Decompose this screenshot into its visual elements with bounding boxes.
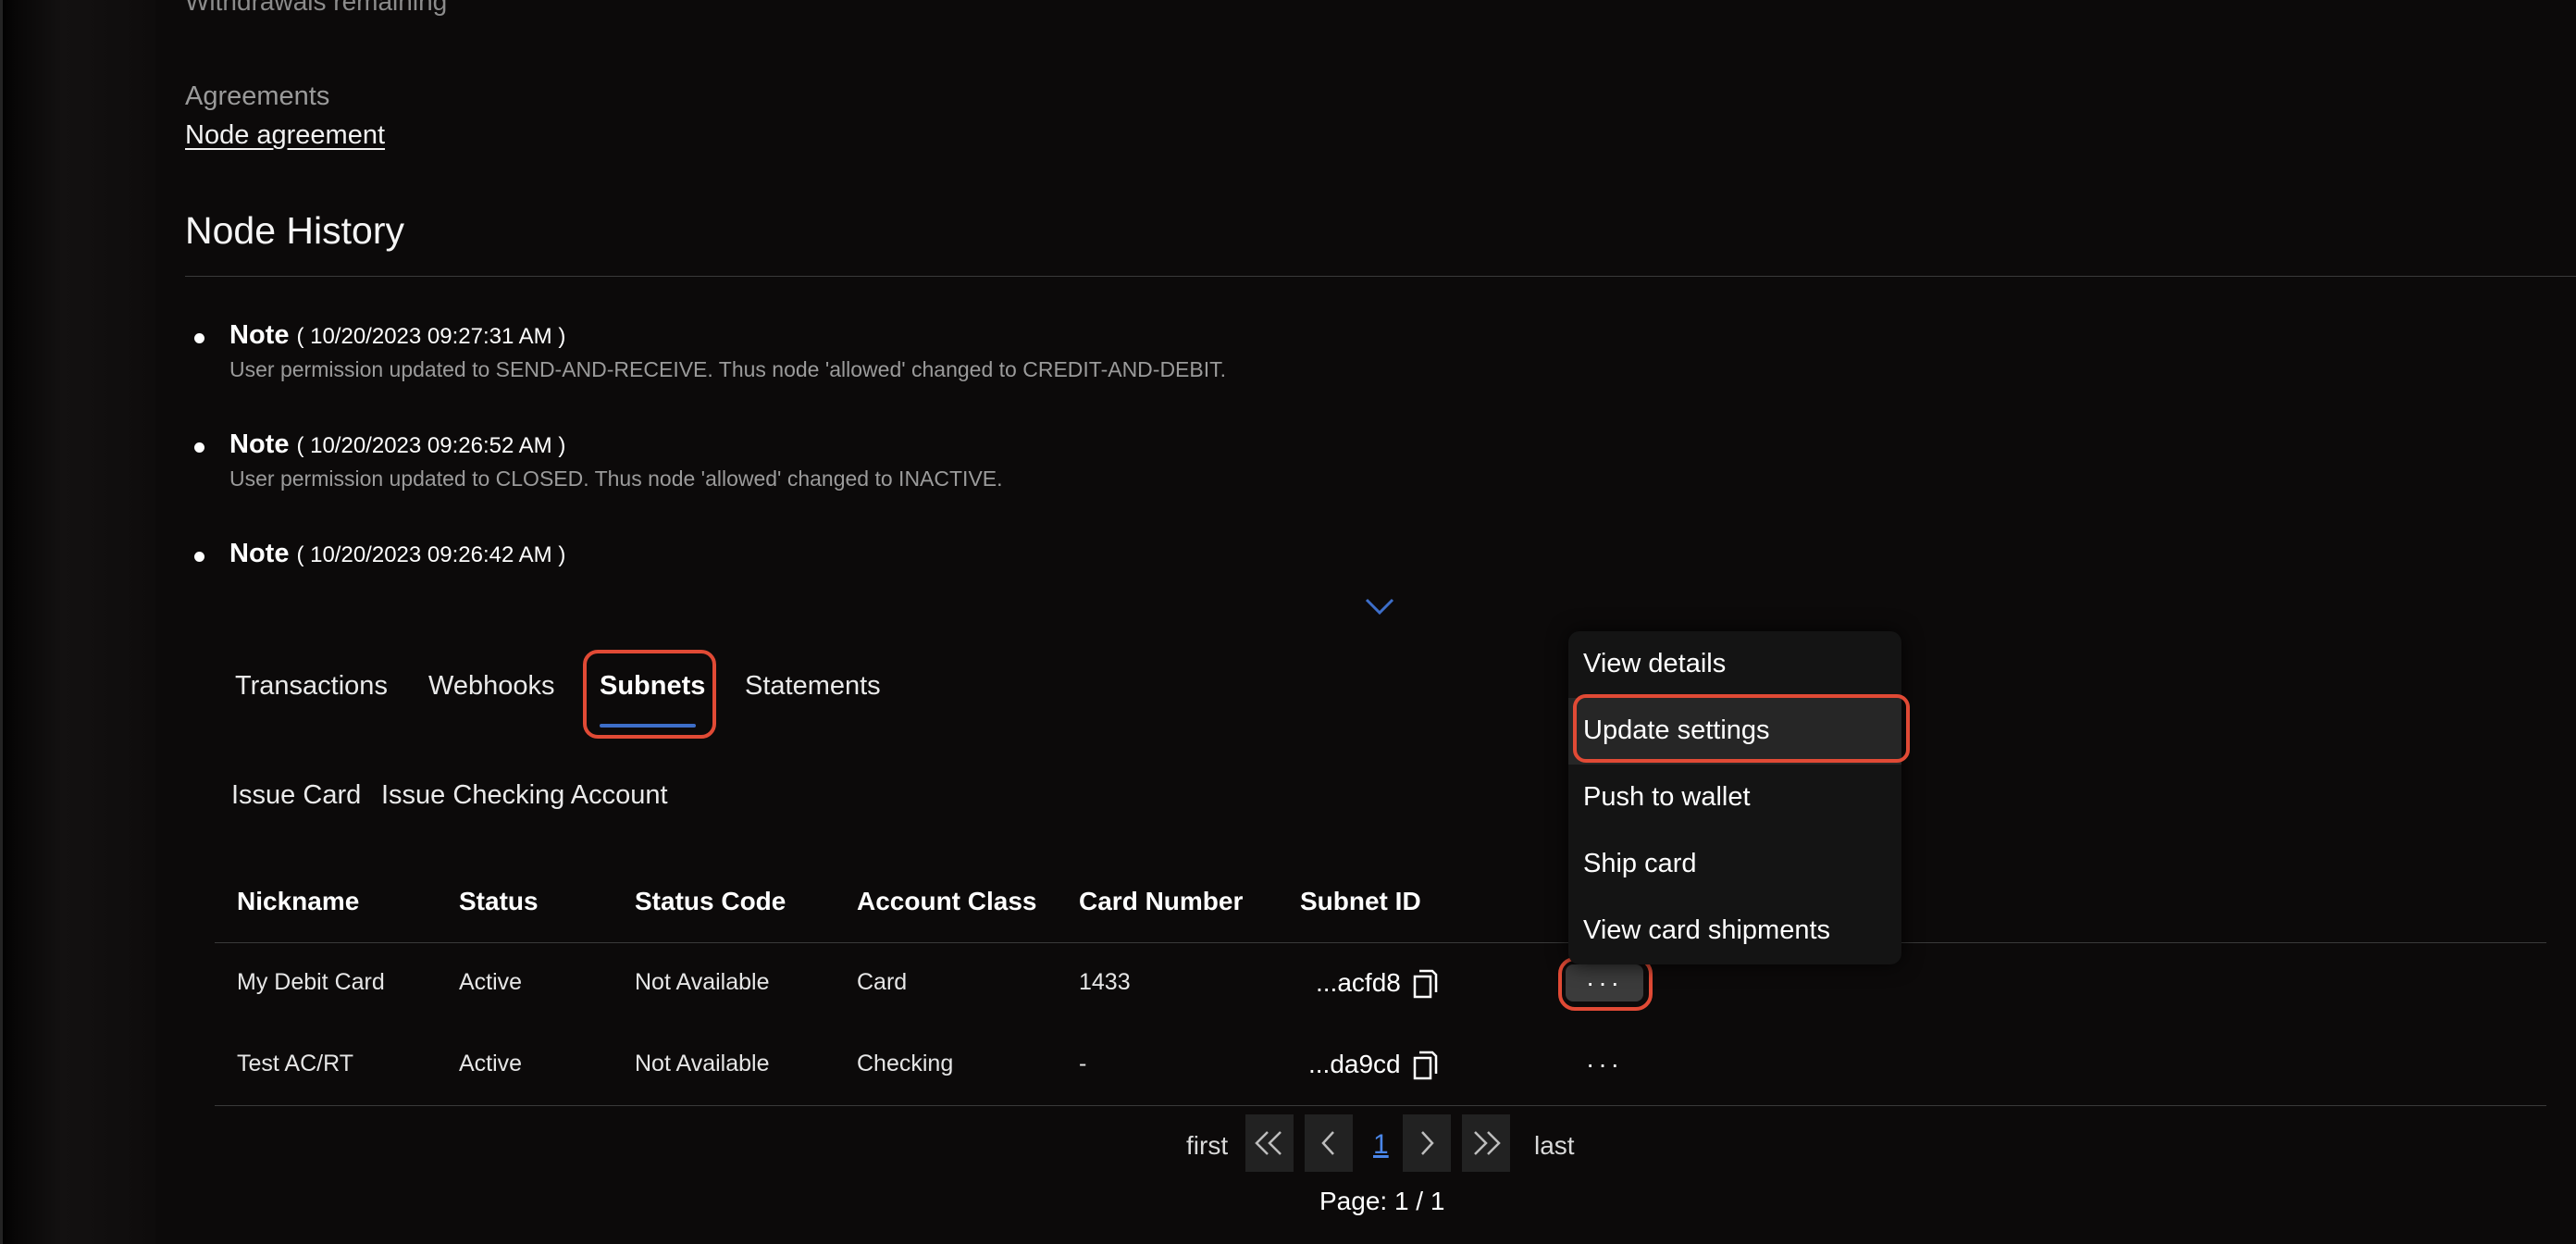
tab-transactions[interactable]: Transactions	[235, 671, 388, 702]
table-row: My Debit Card Active Not Available Card …	[215, 944, 1556, 1024]
bullet-icon	[194, 552, 204, 562]
chevron-left-icon[interactable]	[1305, 1114, 1353, 1172]
double-chevron-right-icon[interactable]	[1462, 1114, 1510, 1172]
tab-statements[interactable]: Statements	[745, 671, 881, 702]
menu-item-ship-card[interactable]: Ship card	[1583, 849, 1697, 879]
copy-icon[interactable]	[1410, 1050, 1438, 1081]
issue-checking-account-button[interactable]: Issue Checking Account	[381, 780, 668, 811]
note-text: User permission updated to SEND-AND-RECE…	[229, 357, 1227, 381]
left-sidebar-edge	[0, 0, 155, 1244]
column-header-card-number: Card Number	[1079, 887, 1244, 915]
note-timestamp: ( 10/20/2023 09:27:31 AM )	[296, 324, 566, 349]
more-button-highlight	[1558, 957, 1653, 1011]
more-horizontal-icon[interactable]: ···	[1566, 1046, 1643, 1083]
pagination-current-page[interactable]: 1	[1373, 1129, 1389, 1161]
cell-nickname: Test AC/RT	[237, 1051, 353, 1076]
page-status: Page: 1 / 1	[1319, 1187, 1445, 1215]
tab-webhooks[interactable]: Webhooks	[428, 671, 555, 702]
note-keyword: Note	[229, 429, 290, 459]
cell-card-number: 1433	[1079, 969, 1131, 995]
node-history-title: Node History	[185, 209, 404, 252]
column-header-account-class: Account Class	[857, 887, 1037, 915]
note-keyword: Note	[229, 320, 290, 350]
note-timestamp: ( 10/20/2023 09:26:52 AM )	[296, 433, 566, 458]
history-divider	[185, 276, 2576, 277]
table-footer-divider	[215, 1105, 2546, 1106]
column-header-status: Status	[459, 887, 539, 915]
note-timestamp: ( 10/20/2023 09:26:42 AM )	[296, 542, 566, 567]
menu-item-view-details[interactable]: View details	[1583, 649, 1726, 679]
bullet-icon	[194, 333, 204, 343]
copy-icon[interactable]	[1410, 968, 1438, 1000]
cell-status: Active	[459, 1051, 523, 1076]
cell-subnet-id: ...da9cd	[1308, 1050, 1401, 1078]
menu-item-push-to-wallet[interactable]: Push to wallet	[1583, 782, 1751, 813]
withdrawals-remaining-label: Withdrawals remaining	[185, 0, 448, 16]
cell-nickname: My Debit Card	[237, 969, 385, 995]
chevron-down-icon[interactable]	[1364, 595, 1395, 617]
bullet-icon	[194, 442, 204, 453]
note-text: User permission updated to CLOSED. Thus …	[229, 466, 1003, 491]
cell-account-class: Card	[857, 969, 908, 995]
cell-subnet-id: ...acfd8	[1316, 968, 1401, 997]
tab-subnets-highlight	[583, 650, 716, 739]
chevron-right-icon[interactable]	[1403, 1114, 1451, 1172]
cell-status-code: Not Available	[635, 969, 770, 995]
cell-card-number: -	[1079, 1051, 1087, 1076]
update-settings-highlight	[1573, 694, 1910, 763]
issue-card-button[interactable]: Issue Card	[231, 780, 361, 811]
table-row: Test AC/RT Active Not Available Checking…	[215, 1026, 1556, 1105]
column-header-subnet-id: Subnet ID	[1300, 887, 1421, 915]
column-header-nickname: Nickname	[237, 887, 360, 915]
page: Withdrawals remaining Agreements Node ag…	[0, 0, 2576, 1244]
row-actions-menu: View details Update settings Push to wal…	[1568, 631, 1901, 964]
node-agreement-link[interactable]: Node agreement	[185, 120, 385, 151]
cell-account-class: Checking	[857, 1051, 954, 1076]
pagination-first-link[interactable]: first	[1186, 1131, 1228, 1161]
cell-status: Active	[459, 969, 523, 995]
agreements-label: Agreements	[185, 81, 330, 111]
column-header-status-code: Status Code	[635, 887, 786, 915]
note-keyword: Note	[229, 539, 290, 568]
menu-item-view-card-shipments[interactable]: View card shipments	[1583, 915, 1830, 946]
cell-status-code: Not Available	[635, 1051, 770, 1076]
table-header-divider	[215, 942, 2546, 943]
pagination-last-link[interactable]: last	[1534, 1131, 1575, 1161]
double-chevron-left-icon[interactable]	[1245, 1114, 1294, 1172]
